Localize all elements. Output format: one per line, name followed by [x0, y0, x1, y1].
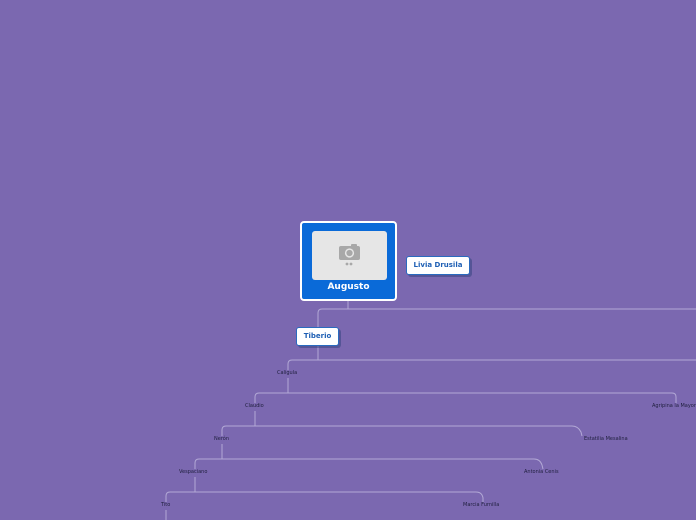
- node-antonia-cenis[interactable]: Antonia Cenis: [524, 469, 559, 476]
- connector-neron-vespaciano: [194, 458, 222, 469]
- node-tiberio[interactable]: Tiberio: [296, 327, 339, 346]
- connector-neron-antonia: [222, 458, 544, 470]
- node-claudio[interactable]: Claudio: [245, 403, 264, 410]
- node-caligula[interactable]: Caligula: [277, 370, 297, 377]
- connector-vespaciano-marcia: [195, 491, 484, 502]
- connector-tiberio-caligula: [287, 359, 318, 370]
- connector-vespaciano-tito: [165, 491, 195, 502]
- node-livia-drusila[interactable]: Livia Drusila: [406, 256, 470, 275]
- connector-augusto-tiberio: [317, 308, 348, 327]
- connector-caligula-claudio: [254, 392, 288, 403]
- node-estatilia-mesalina[interactable]: Estatilia Mesalina: [584, 436, 628, 443]
- node-neron[interactable]: Nerón: [214, 436, 229, 443]
- mind-map-canvas[interactable]: Augusto Livia Drusila Tiberio Caligula C…: [0, 0, 696, 520]
- connector-claudio-neron: [221, 425, 255, 436]
- connector-claudio-estatilia: [255, 425, 583, 437]
- node-agripina-la-mayor[interactable]: Agripina la Mayor: [652, 403, 696, 410]
- camera-icon: [339, 244, 360, 266]
- central-node-augusto[interactable]: Augusto: [300, 221, 397, 301]
- node-image-placeholder: [312, 231, 387, 280]
- node-marcia-furnilla[interactable]: Marcia Furnilla: [463, 502, 499, 509]
- node-vespaciano[interactable]: Vespaciano: [179, 469, 207, 476]
- node-tito[interactable]: Tito: [161, 502, 170, 509]
- connector-caligula-agripina: [288, 392, 677, 403]
- central-node-label: Augusto: [327, 282, 370, 292]
